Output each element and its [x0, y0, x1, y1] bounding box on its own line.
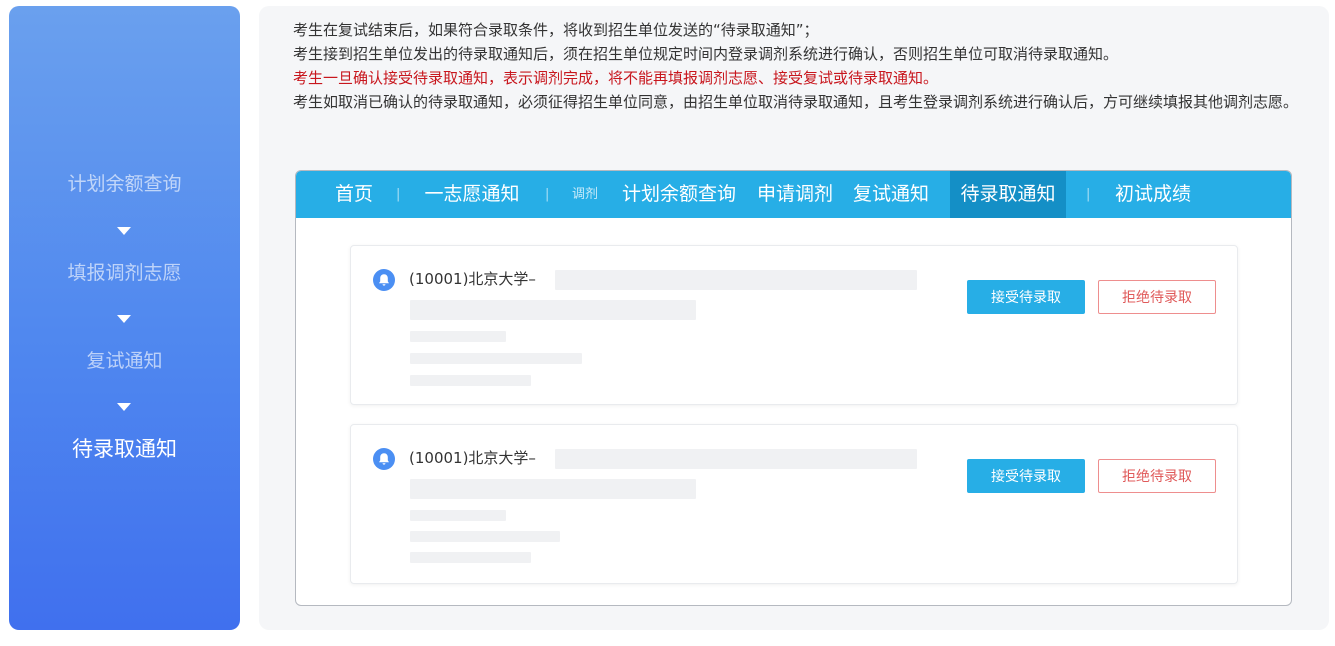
nav-first-score[interactable]: 初试成绩	[1108, 171, 1198, 218]
nav-separator: |	[1086, 187, 1091, 202]
notice-line: 考生在复试结束后，如果符合录取条件，将收到招生单位发送的“待录取通知”；	[293, 21, 819, 39]
admission-card: (10001)北京大学– 接受待录取 拒绝待录取	[350, 424, 1238, 584]
nav-apply-adjust[interactable]: 申请调剂	[752, 171, 838, 218]
preview-frame: 首页 | 一志愿通知 | 调剂 计划余额查询 申请调剂 复试通知 待录取通知 |…	[295, 170, 1292, 606]
redacted-line	[410, 531, 560, 542]
redacted-major	[555, 449, 917, 469]
redacted-line	[410, 510, 506, 521]
bell-icon	[373, 448, 395, 470]
step-retest-notice[interactable]: 复试通知	[9, 349, 240, 373]
nav-retest[interactable]: 复试通知	[848, 171, 934, 218]
accept-admission-button[interactable]: 接受待录取	[967, 459, 1085, 493]
caret-down-icon	[117, 315, 131, 323]
admission-card: (10001)北京大学– 接受待录取 拒绝待录取	[350, 245, 1238, 405]
redacted-line	[410, 552, 531, 563]
redacted-line	[410, 331, 506, 342]
step-plan-balance[interactable]: 计划余额查询	[9, 172, 240, 196]
step-fill-adjust[interactable]: 填报调剂志愿	[9, 261, 240, 285]
nav-separator: |	[545, 187, 550, 202]
redacted-detail	[410, 300, 696, 320]
notice-line: 考生如取消已确认的待录取通知，必须征得招生单位同意，由招生单位取消待录取通知，且…	[293, 93, 1299, 111]
bell-icon	[373, 269, 395, 291]
nav-separator: |	[396, 187, 401, 202]
nav-first-choice[interactable]: 一志愿通知	[416, 171, 528, 218]
caret-down-icon	[117, 403, 131, 411]
redacted-line	[410, 375, 531, 386]
notice-warning: 考生一旦确认接受待录取通知，表示调剂完成，将不能再填报调剂志愿、接受复试或待录取…	[293, 69, 939, 87]
nav-home[interactable]: 首页	[324, 171, 384, 218]
redacted-major	[555, 270, 917, 290]
caret-down-icon	[117, 227, 131, 235]
step-pending-admission[interactable]: 待录取通知	[9, 437, 240, 461]
redacted-line	[410, 353, 582, 364]
nav-plan-balance[interactable]: 计划余额查询	[616, 171, 742, 218]
accept-admission-button[interactable]: 接受待录取	[967, 280, 1085, 314]
top-nav: 首页 | 一志愿通知 | 调剂 计划余额查询 申请调剂 复试通知 待录取通知 |…	[296, 171, 1291, 218]
card-title: (10001)北京大学–	[409, 270, 536, 288]
step-sidebar: 计划余额查询 填报调剂志愿 复试通知 待录取通知	[9, 6, 240, 630]
redacted-detail	[410, 479, 696, 499]
nav-adjust-label: 调剂	[572, 187, 599, 202]
nav-pending-admission[interactable]: 待录取通知	[950, 171, 1066, 218]
notice-text: 考生在复试结束后，如果符合录取条件，将收到招生单位发送的“待录取通知”； 考生接…	[293, 18, 1303, 114]
notice-line: 考生接到招生单位发出的待录取通知后，须在招生单位规定时间内登录调剂系统进行确认，…	[293, 45, 1119, 63]
reject-admission-button[interactable]: 拒绝待录取	[1098, 280, 1216, 314]
reject-admission-button[interactable]: 拒绝待录取	[1098, 459, 1216, 493]
card-title: (10001)北京大学–	[409, 449, 536, 467]
main-panel: 考生在复试结束后，如果符合录取条件，将收到招生单位发送的“待录取通知”； 考生接…	[259, 6, 1329, 630]
